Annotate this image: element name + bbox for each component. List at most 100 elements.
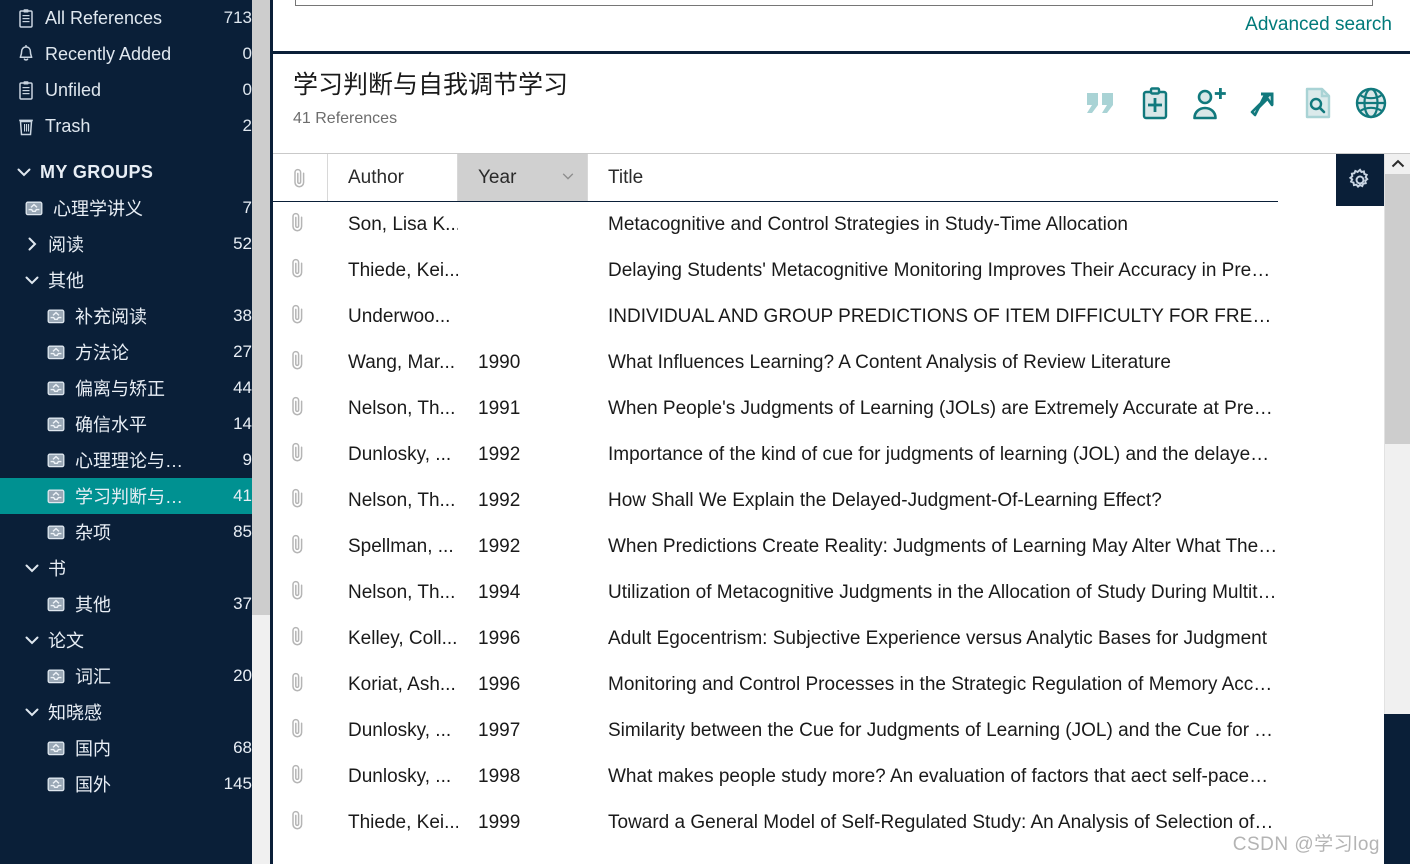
sidebar-node-count: 14: [233, 414, 252, 433]
row-attachment-cell[interactable]: [273, 625, 328, 653]
sort-chevron-down-icon[interactable]: [561, 167, 575, 189]
chevron-down-icon[interactable]: [22, 558, 42, 578]
table-row[interactable]: Thiede, Kei... 1999 Toward a General Model…: [273, 800, 1278, 846]
chevron-right-icon[interactable]: [22, 234, 42, 254]
table-row[interactable]: Dunlosky, ... 1997 Similarity between the …: [273, 708, 1278, 754]
row-year-cell: 1990: [478, 352, 521, 373]
settings-gear-icon: [1348, 168, 1369, 188]
clipboard-icon: [14, 79, 38, 101]
table-row[interactable]: Nelson, Th... 1994 Utilization of Metacogn…: [273, 570, 1278, 616]
table-header-title[interactable]: Title: [588, 154, 1278, 201]
sidebar-folder-10[interactable]: 杂项 85: [0, 514, 270, 550]
table-settings-button[interactable]: [1336, 154, 1384, 206]
sidebar-item-2[interactable]: Recently Added 0: [0, 36, 270, 72]
group-icon: [47, 669, 65, 683]
reference-table: Author Year Title Son, Lisa K... Metacognit…: [273, 154, 1410, 864]
sidebar-node-count: 7: [242, 198, 252, 217]
find-full-text-icon: [1305, 87, 1331, 119]
row-attachment-cell[interactable]: [273, 763, 328, 791]
sidebar-node-label: 知晓感: [48, 703, 102, 723]
search-input[interactable]: [295, 0, 1373, 6]
table-row[interactable]: Koriat, Ash... 1996 Monitoring and Control…: [273, 662, 1278, 708]
row-attachment-cell[interactable]: [273, 349, 328, 377]
table-header-clip[interactable]: [273, 154, 328, 201]
row-attachment-cell[interactable]: [273, 717, 328, 745]
chevron-down-icon: [25, 564, 39, 573]
export-arrow-button[interactable]: [1242, 82, 1284, 124]
table-scrollbar-thumb[interactable]: [1385, 174, 1410, 444]
sidebar-folder-4[interactable]: 补充阅读 38: [0, 298, 270, 334]
table-row[interactable]: Nelson, Th... 1992 How Shall We Explain th…: [273, 478, 1278, 524]
paperclip-icon: [292, 488, 303, 508]
find-full-text-button[interactable]: [1296, 82, 1338, 124]
clipboard-plus-button[interactable]: [1134, 82, 1176, 124]
row-author-cell: Thiede, Kei...: [348, 812, 458, 833]
sidebar-folder-9[interactable]: 学习判断与… 41: [0, 478, 270, 514]
sidebar-folder-8[interactable]: 心理理论与… 9: [0, 442, 270, 478]
table-row[interactable]: Dunlosky, ... 1998 What makes people study…: [273, 754, 1278, 800]
sidebar-item-3[interactable]: Unfiled 0: [0, 72, 270, 108]
export-arrow-icon: [1250, 92, 1274, 117]
sidebar-scrollbar[interactable]: [252, 0, 270, 864]
row-year-cell: 1996: [478, 628, 521, 649]
sidebar-node-label: 学习判断与…: [75, 487, 183, 507]
sidebar-folder-7[interactable]: 确信水平 14: [0, 406, 270, 442]
row-attachment-cell[interactable]: [273, 671, 328, 699]
sidebar-scrollbar-thumb[interactable]: [252, 0, 270, 615]
sidebar-folder-17[interactable]: 国外 145: [0, 766, 270, 802]
sidebar-folder-12[interactable]: 其他 37: [0, 586, 270, 622]
sidebar-group-13[interactable]: 论文: [0, 622, 270, 658]
sidebar-folder-14[interactable]: 词汇 20: [0, 658, 270, 694]
sidebar-folder-5[interactable]: 方法论 27: [0, 334, 270, 370]
table-row[interactable]: Spellman, ... 1992 When Predictions Create…: [273, 524, 1278, 570]
row-attachment-cell[interactable]: [273, 579, 328, 607]
row-attachment-cell[interactable]: [273, 211, 328, 239]
chevron-down-icon[interactable]: [22, 630, 42, 650]
table-header-row: Author Year Title: [273, 154, 1278, 202]
row-attachment-cell[interactable]: [273, 395, 328, 423]
table-header-year[interactable]: Year: [458, 154, 588, 201]
group-icon: [44, 305, 68, 327]
sidebar-folder-16[interactable]: 国内 68: [0, 730, 270, 766]
row-attachment-cell[interactable]: [273, 533, 328, 561]
table-row[interactable]: Thiede, Kei... Delaying Students' Metacog…: [273, 248, 1278, 294]
sidebar-item-1[interactable]: All References 713: [0, 0, 270, 36]
paperclip-icon: [292, 350, 303, 370]
group-icon: [44, 521, 68, 543]
table-row[interactable]: Wang, Mar... 1990 What Influences Learning…: [273, 340, 1278, 386]
chevron-down-icon[interactable]: [22, 702, 42, 722]
advanced-search-link[interactable]: Advanced search: [1245, 14, 1392, 36]
table-row[interactable]: Son, Lisa K... Metacognitive and Control …: [273, 202, 1278, 248]
sidebar-folder-1[interactable]: 心理学讲义 7: [0, 190, 270, 226]
table-row[interactable]: Dunlosky, ... 1992 Importance of the kind …: [273, 432, 1278, 478]
sidebar-group-2[interactable]: 阅读 52: [0, 226, 270, 262]
row-title-cell: Metacognitive and Control Strategies in …: [608, 214, 1128, 235]
sidebar-node-label: 国内: [75, 739, 111, 759]
sidebar-node-label: 阅读: [48, 235, 84, 255]
chevron-down-icon: [25, 708, 39, 717]
cite-quotes-button[interactable]: [1080, 82, 1122, 124]
sidebar-group-15[interactable]: 知晓感: [0, 694, 270, 730]
row-attachment-cell[interactable]: [273, 487, 328, 515]
sidebar-group-3[interactable]: 其他: [0, 262, 270, 298]
row-attachment-cell[interactable]: [273, 257, 328, 285]
table-header-author[interactable]: Author: [328, 154, 458, 201]
row-attachment-cell[interactable]: [273, 303, 328, 331]
scroll-up-arrow-icon[interactable]: [1385, 154, 1410, 174]
sidebar-node-count: 38: [233, 306, 252, 325]
sidebar-folder-6[interactable]: 偏离与矫正 44: [0, 370, 270, 406]
row-attachment-cell[interactable]: [273, 809, 328, 837]
row-attachment-cell[interactable]: [273, 441, 328, 469]
sidebar-node-count: 145: [223, 774, 252, 793]
sidebar-item-4[interactable]: Trash 2: [0, 108, 270, 144]
user-plus-button[interactable]: [1188, 82, 1230, 124]
table-row[interactable]: Underwoo... INDIVIDUAL AND GROUP PREDICTI…: [273, 294, 1278, 340]
bell-icon: [14, 43, 38, 65]
chevron-down-icon[interactable]: [22, 270, 42, 290]
sidebar-section-my-groups[interactable]: MY GROUPS: [0, 154, 270, 190]
table-row[interactable]: Nelson, Th... 1991 When People's Judgments…: [273, 386, 1278, 432]
sidebar-group-11[interactable]: 书: [0, 550, 270, 586]
row-author-cell: Thiede, Kei...: [348, 260, 458, 281]
globe-button[interactable]: [1350, 82, 1392, 124]
table-row[interactable]: Kelley, Coll... 1996 Adult Egocentrism: Su…: [273, 616, 1278, 662]
